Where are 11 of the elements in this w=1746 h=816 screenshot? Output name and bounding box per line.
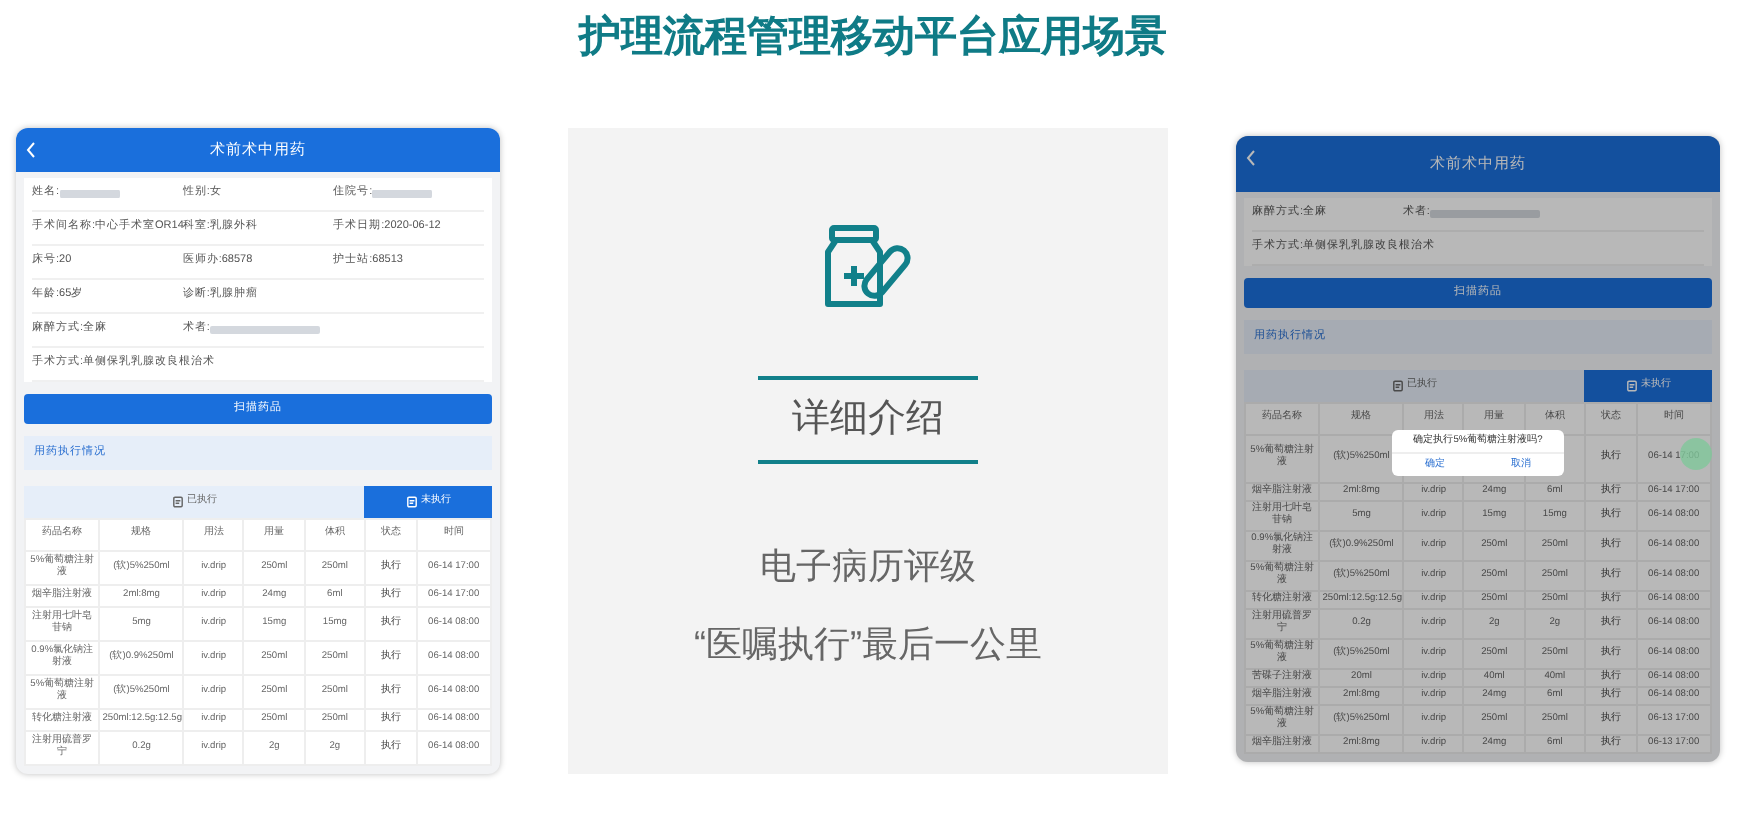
detail-text: 电子病历评级	[760, 544, 976, 590]
document-icon	[1625, 379, 1637, 391]
document-icon	[1391, 379, 1403, 391]
document-icon	[405, 495, 417, 507]
touch-indicator-icon	[1680, 437, 1712, 469]
document-icon	[171, 495, 183, 507]
detail-text: “医嘱执行”最后一公里	[694, 622, 1042, 668]
detail-link[interactable]: 详细介绍	[792, 379, 944, 460]
back-icon[interactable]	[1246, 149, 1256, 165]
page-title: 护理流程管理移动平台应用场景	[579, 11, 1167, 64]
back-icon[interactable]	[26, 141, 36, 157]
